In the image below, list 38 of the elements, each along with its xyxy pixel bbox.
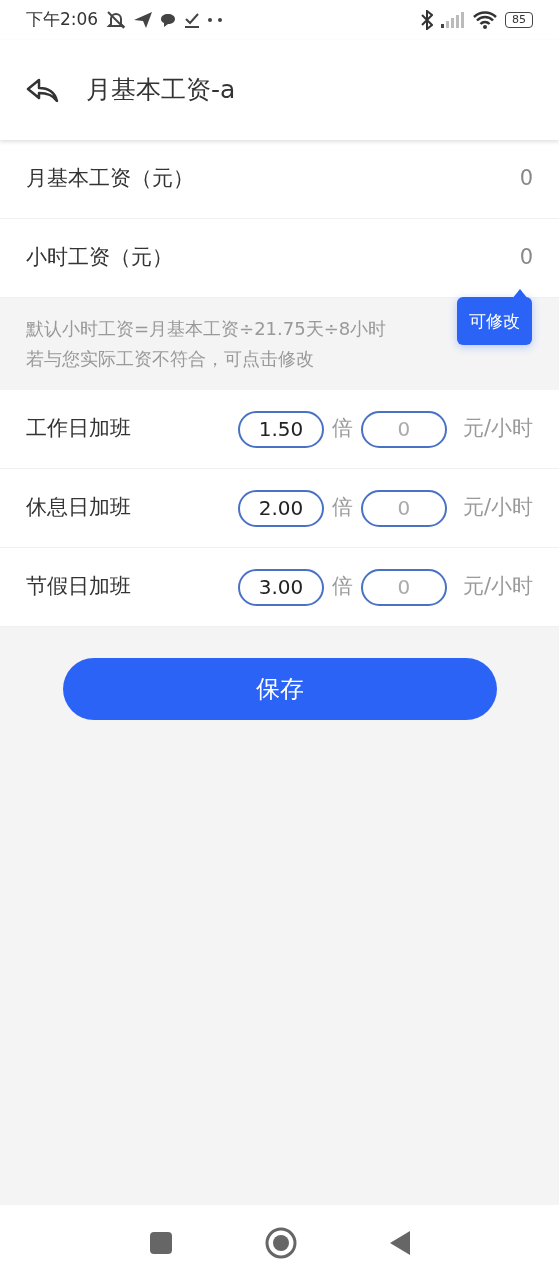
bell-off-icon (106, 11, 127, 29)
multiplier-field[interactable]: 3.00 (237, 568, 324, 606)
square-icon[interactable] (148, 1230, 173, 1255)
bluetooth-icon (421, 10, 433, 30)
send-icon (134, 12, 153, 28)
check-icon (184, 12, 201, 28)
unit-label: 元/小时 (462, 415, 533, 443)
rate-field[interactable]: 0 (360, 568, 447, 606)
info-text: 默认小时工资=月基本工资÷21.75天÷8小时 (26, 317, 387, 341)
rate-field[interactable]: 0 (360, 489, 447, 527)
times-label: 倍 (331, 494, 353, 522)
back-icon[interactable] (26, 78, 60, 102)
field-label: 节假日加班 (26, 573, 132, 601)
home-icon[interactable] (264, 1226, 297, 1259)
field-value[interactable]: 0 (519, 242, 533, 274)
status-time: 下午2:06 (26, 8, 99, 32)
wifi-icon (473, 11, 497, 29)
signal-icon (441, 12, 465, 28)
info-text: 若与您实际工资不符合，可点击修改 (26, 347, 314, 371)
field-label: 月基本工资（元） (26, 165, 194, 193)
field-value[interactable]: 0 (519, 163, 533, 195)
back-nav-icon[interactable] (388, 1229, 411, 1256)
field-label: 小时工资（元） (26, 244, 173, 272)
unit-label: 元/小时 (462, 494, 533, 522)
multiplier-field[interactable]: 1.50 (237, 410, 324, 448)
battery-icon: 85 (505, 12, 533, 28)
unit-label: 元/小时 (462, 573, 533, 601)
rate-field[interactable]: 0 (360, 410, 447, 448)
more-icon (208, 18, 223, 22)
page-title: 月基本工资-a (86, 74, 236, 107)
multiplier-field[interactable]: 2.00 (237, 489, 324, 527)
times-label: 倍 (331, 573, 353, 601)
field-label: 工作日加班 (26, 415, 132, 443)
chat-icon (160, 12, 177, 28)
times-label: 倍 (331, 415, 353, 443)
save-button[interactable]: 保存 (62, 658, 497, 720)
field-label: 休息日加班 (26, 494, 132, 522)
tooltip: 可修改 (457, 297, 532, 345)
